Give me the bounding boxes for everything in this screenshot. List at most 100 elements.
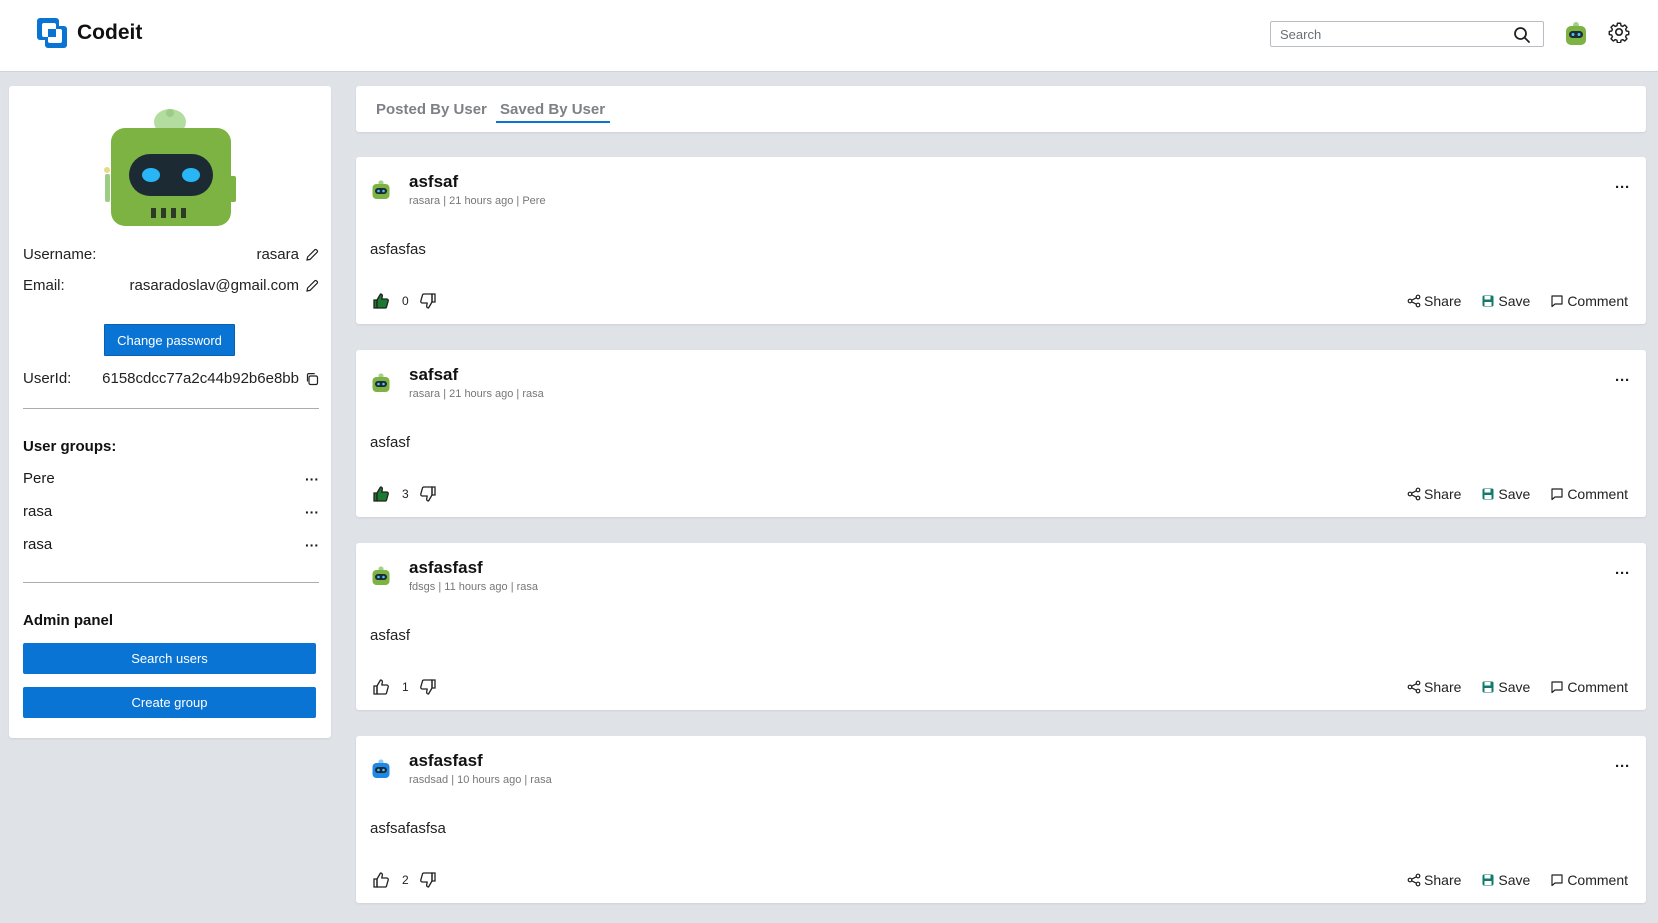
vote-count: 2 — [402, 873, 409, 887]
share-label: Share — [1424, 293, 1462, 309]
userid-row: UserId: 6158cdcc77a2c44b92b6e8bb — [23, 370, 319, 387]
vote-count: 0 — [402, 294, 409, 308]
post-author-avatar-icon[interactable] — [370, 179, 392, 201]
save-label: Save — [1498, 679, 1531, 695]
post-actions: Share Save Comment — [1407, 872, 1628, 888]
post-meta: rasara | 21 hours ago | rasa — [409, 388, 544, 400]
user-avatar-icon[interactable] — [1562, 20, 1590, 48]
share-label: Share — [1424, 679, 1462, 695]
active-tab-indicator — [496, 121, 610, 123]
group-more-button[interactable]: ··· — [305, 505, 319, 519]
group-name: Pere — [23, 470, 55, 487]
post-card[interactable]: safsaf rasara | 21 hours ago | rasa ··· asf… — [356, 350, 1646, 517]
upvote-thumb-icon[interactable] — [372, 485, 390, 503]
username-label: Username: — [23, 246, 97, 263]
post-title[interactable]: safsaf — [409, 365, 458, 385]
edit-pencil-icon[interactable] — [305, 248, 319, 262]
change-password-button[interactable]: Change password — [104, 324, 235, 356]
post-card[interactable]: asfasfasf fdsgs | 11 hours ago | rasa ··· a… — [356, 543, 1646, 710]
downvote-thumb-icon[interactable] — [419, 485, 437, 503]
save-button[interactable]: Save — [1481, 486, 1530, 502]
save-floppy-icon — [1482, 874, 1494, 886]
save-label: Save — [1498, 872, 1531, 888]
admin-panel-title: Admin panel — [23, 612, 114, 629]
email-value: rasaradoslav@gmail.com — [129, 277, 299, 294]
email-row: Email: rasaradoslav@gmail.com — [23, 277, 319, 294]
group-more-button[interactable]: ··· — [305, 472, 319, 486]
group-item[interactable]: Pere ··· — [23, 470, 319, 487]
upvote-thumb-icon[interactable] — [372, 292, 390, 310]
post-author-avatar-icon[interactable] — [370, 758, 392, 780]
downvote-thumb-icon[interactable] — [419, 292, 437, 310]
post-author-avatar-icon[interactable] — [370, 372, 392, 394]
profile-avatar-icon — [104, 109, 236, 226]
comment-button[interactable]: Comment — [1550, 872, 1628, 888]
post-card[interactable]: asfasfasf rasdsad | 10 hours ago | rasa ··… — [356, 736, 1646, 903]
save-button[interactable]: Save — [1481, 293, 1530, 309]
search-icon[interactable] — [1513, 26, 1531, 44]
post-card[interactable]: asfsaf rasara | 21 hours ago | Pere ··· asf… — [356, 157, 1646, 324]
post-more-button[interactable]: ··· — [1615, 566, 1630, 581]
top-header: Codeit — [0, 0, 1658, 72]
save-floppy-icon — [1482, 488, 1494, 500]
save-button[interactable]: Save — [1481, 872, 1530, 888]
settings-gear-icon[interactable] — [1608, 21, 1630, 43]
comment-button[interactable]: Comment — [1550, 486, 1628, 502]
vote-controls: 1 — [372, 678, 437, 696]
divider — [23, 408, 319, 409]
downvote-thumb-icon[interactable] — [419, 678, 437, 696]
post-more-button[interactable]: ··· — [1615, 373, 1630, 388]
share-icon — [1407, 873, 1421, 887]
userid-label: UserId: — [23, 370, 72, 387]
share-button[interactable]: Share — [1407, 872, 1461, 888]
share-button[interactable]: Share — [1407, 486, 1461, 502]
share-icon — [1407, 487, 1421, 501]
share-label: Share — [1424, 486, 1462, 502]
post-title[interactable]: asfasfasf — [409, 558, 483, 578]
group-more-button[interactable]: ··· — [305, 538, 319, 552]
comment-label: Comment — [1567, 293, 1628, 309]
downvote-thumb-icon[interactable] — [419, 871, 437, 889]
save-button[interactable]: Save — [1481, 679, 1530, 695]
comment-icon — [1551, 488, 1563, 501]
profile-panel: Username: rasara Email: rasaradoslav@gma… — [9, 86, 331, 738]
tab-saved-by-user[interactable]: Saved By User — [500, 101, 605, 118]
search-box[interactable] — [1270, 21, 1544, 47]
share-button[interactable]: Share — [1407, 679, 1461, 695]
upvote-thumb-icon[interactable] — [372, 871, 390, 889]
comment-icon — [1551, 295, 1563, 308]
post-author-avatar-icon[interactable] — [370, 565, 392, 587]
save-label: Save — [1498, 486, 1531, 502]
email-label: Email: — [23, 277, 65, 294]
group-name: rasa — [23, 536, 53, 553]
vote-count: 1 — [402, 680, 409, 694]
post-actions: Share Save Comment — [1407, 293, 1628, 309]
upvote-thumb-icon[interactable] — [372, 678, 390, 696]
post-title[interactable]: asfsaf — [409, 172, 458, 192]
post-more-button[interactable]: ··· — [1615, 759, 1630, 774]
group-item[interactable]: rasa ··· — [23, 503, 319, 520]
share-button[interactable]: Share — [1407, 293, 1461, 309]
vote-controls: 0 — [372, 292, 437, 310]
search-users-button[interactable]: Search users — [23, 643, 316, 674]
comment-button[interactable]: Comment — [1550, 679, 1628, 695]
search-input[interactable] — [1271, 26, 1501, 42]
share-label: Share — [1424, 872, 1462, 888]
save-label: Save — [1498, 293, 1531, 309]
app-logo[interactable]: Codeit — [36, 17, 142, 49]
tab-posted-by-user[interactable]: Posted By User — [376, 101, 487, 118]
post-body: asfasf — [370, 434, 411, 451]
edit-pencil-icon[interactable] — [305, 279, 319, 293]
username-value: rasara — [256, 246, 299, 263]
divider — [23, 582, 319, 583]
create-group-button[interactable]: Create group — [23, 687, 316, 718]
userid-value: 6158cdcc77a2c44b92b6e8bb — [102, 370, 299, 387]
post-more-button[interactable]: ··· — [1615, 180, 1630, 195]
comment-button[interactable]: Comment — [1550, 293, 1628, 309]
post-actions: Share Save Comment — [1407, 679, 1628, 695]
post-title[interactable]: asfasfasf — [409, 751, 483, 771]
copy-icon[interactable] — [305, 372, 319, 386]
share-icon — [1407, 680, 1421, 694]
app-name: Codeit — [77, 21, 143, 44]
group-item[interactable]: rasa ··· — [23, 536, 319, 553]
